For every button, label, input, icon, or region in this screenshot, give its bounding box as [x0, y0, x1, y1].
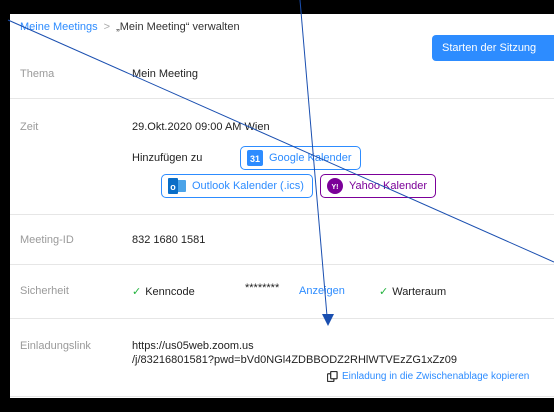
google-calendar-label: Google Kalender	[269, 152, 352, 164]
meeting-id-label: Meeting-ID	[20, 234, 74, 246]
invite-link-label: Einladungslink	[20, 340, 91, 352]
passcode-status: ✓ Kenncode	[132, 285, 195, 298]
svg-text:Y!: Y!	[332, 184, 339, 191]
check-icon: ✓	[132, 286, 142, 298]
show-passcode-link[interactable]: Anzeigen	[299, 285, 345, 297]
google-calendar-button[interactable]: 31 Google Kalender	[240, 146, 361, 170]
breadcrumb-meine-meetings[interactable]: Meine Meetings	[20, 21, 98, 33]
check-icon: ✓	[379, 286, 389, 298]
time-value: 29.Okt.2020 09:00 AM Wien	[132, 121, 270, 133]
start-meeting-button[interactable]: Starten der Sitzung	[432, 35, 554, 61]
breadcrumb-current: „Mein Meeting“ verwalten	[116, 21, 240, 33]
copy-invitation-label: Einladung in die Zwischenablage kopieren	[342, 371, 530, 382]
divider	[10, 396, 554, 397]
topic-label: Thema	[20, 68, 55, 80]
breadcrumb-separator: >	[103, 21, 111, 33]
svg-text:31: 31	[250, 154, 260, 164]
security-label: Sicherheit	[20, 285, 69, 297]
divider	[10, 264, 554, 265]
svg-text:o: o	[170, 182, 176, 192]
invite-url-line1: https://us05web.zoom.us	[132, 340, 254, 352]
copy-icon	[327, 371, 338, 382]
outlook-icon: o	[168, 178, 186, 194]
breadcrumb: Meine Meetings > „Mein Meeting“ verwalten	[20, 21, 240, 33]
yahoo-calendar-label: Yahoo Kalender	[349, 180, 428, 192]
outlook-calendar-label: Outlook Kalender (.ics)	[192, 180, 304, 192]
waiting-room-label: Warteraum	[392, 286, 447, 298]
divider	[10, 214, 554, 215]
outlook-calendar-button[interactable]: o Outlook Kalender (.ics)	[161, 174, 313, 198]
meeting-id-value: 832 1680 1581	[132, 234, 206, 246]
passcode-mask: ********	[245, 282, 280, 294]
divider	[10, 318, 554, 319]
divider	[10, 98, 554, 99]
waiting-room-status: ✓ Warteraum	[379, 285, 446, 298]
meeting-details-page: Meine Meetings > „Mein Meeting“ verwalten …	[10, 14, 554, 398]
invite-url-line2: /j/83216801581?pwd=bVd0NGl4ZDBBODZ2RHlWT…	[132, 354, 457, 366]
google-calendar-icon: 31	[247, 150, 263, 166]
add-to-label: Hinzufügen zu	[132, 152, 203, 164]
copy-invitation-link[interactable]: Einladung in die Zwischenablage kopieren	[327, 371, 529, 382]
yahoo-icon: Y!	[327, 178, 343, 194]
passcode-label: Kenncode	[145, 286, 195, 298]
time-label: Zeit	[20, 121, 39, 133]
topic-value: Mein Meeting	[132, 68, 199, 80]
yahoo-calendar-button[interactable]: Y! Yahoo Kalender	[320, 174, 437, 198]
